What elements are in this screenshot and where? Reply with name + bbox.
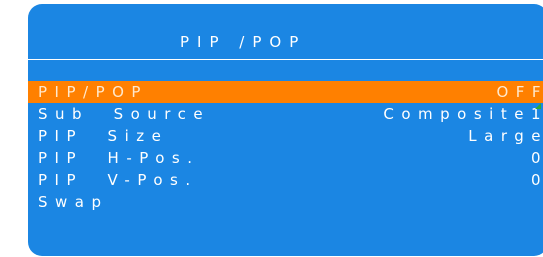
menu-item-value: OFF xyxy=(496,83,543,101)
menu-title-bar: PIP /POP xyxy=(28,4,543,60)
selection-marker-icon xyxy=(535,103,541,109)
menu-item-pip-size[interactable]: PIP Size Large xyxy=(28,125,543,147)
menu-item-pip-h-pos[interactable]: PIP H-Pos. 0 xyxy=(28,147,543,169)
menu-item-pip-v-pos[interactable]: PIP V-Pos. 0 xyxy=(28,169,543,191)
menu-item-pip-pop[interactable]: PIP/POP OFF xyxy=(28,81,543,103)
menu-item-label: PIP/POP xyxy=(38,83,148,101)
menu-item-value: Composite1 xyxy=(383,105,543,123)
menu-item-value: 0 xyxy=(531,147,543,169)
title-divider xyxy=(28,59,543,60)
menu-title: PIP /POP xyxy=(180,33,307,51)
osd-menu-panel: PIP /POP PIP/POP OFF Sub Source Composit… xyxy=(28,4,543,256)
menu-item-value: Large xyxy=(468,127,543,145)
menu-item-label: Sub Source xyxy=(38,105,211,123)
menu-item-sub-source[interactable]: Sub Source Composite1 xyxy=(28,103,543,125)
menu-item-label: Swap xyxy=(38,193,109,211)
menu-list: PIP/POP OFF Sub Source Composite1 PIP Si… xyxy=(28,81,543,213)
menu-item-swap[interactable]: Swap xyxy=(28,191,543,213)
menu-item-label: PIP Size xyxy=(38,127,169,145)
menu-item-label: PIP H-Pos. xyxy=(38,149,200,167)
menu-item-label: PIP V-Pos. xyxy=(38,171,198,189)
menu-item-value: 0 xyxy=(531,169,543,191)
